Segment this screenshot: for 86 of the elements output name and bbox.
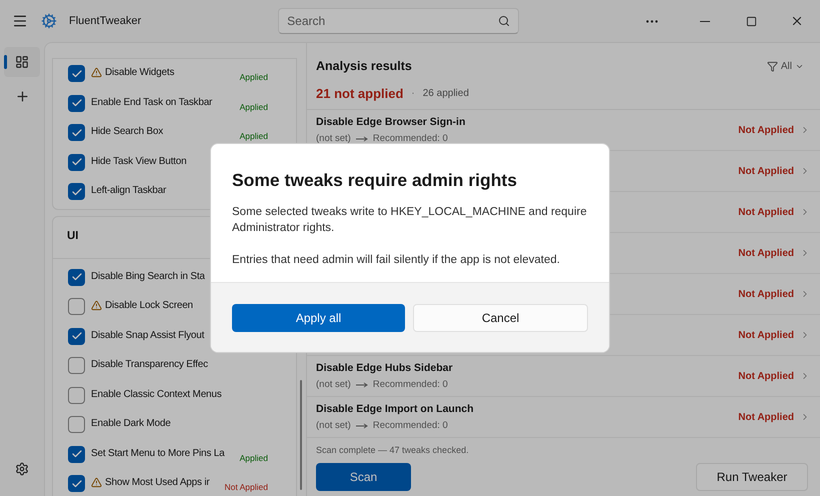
tweak-label: Hide Task View Button xyxy=(91,154,186,168)
checkbox[interactable] xyxy=(68,446,85,463)
tweak-name: Disable Edge Browser Sign-in xyxy=(316,114,466,130)
tweak-label: Disable Widgets xyxy=(105,66,174,80)
results-title: Analysis results xyxy=(316,58,412,75)
checkbox[interactable] xyxy=(68,268,85,286)
tweak-label: Hide Search Box xyxy=(91,125,164,139)
checkbox[interactable] xyxy=(68,298,85,316)
check-icon xyxy=(70,126,82,139)
tweak-label: Disable Lock Screen xyxy=(105,299,193,313)
settings-icon xyxy=(15,462,29,476)
tweak-label: Disable Transparency Effec xyxy=(91,358,208,372)
scan-summary: Scan complete — 47 tweaks checked. xyxy=(315,444,470,458)
checkbox[interactable] xyxy=(68,65,85,82)
group-title: UI xyxy=(67,229,78,244)
nav-item[interactable] xyxy=(4,47,40,77)
arrow-icon xyxy=(356,382,368,388)
search-field[interactable]: Search xyxy=(278,8,520,34)
apply-button[interactable]: Apply all xyxy=(232,304,405,332)
row-status: Not Applied xyxy=(738,328,794,343)
filter-icon xyxy=(766,60,778,72)
checkbox[interactable] xyxy=(68,94,85,112)
minimize-icon xyxy=(700,20,710,22)
filter-dropdown[interactable]: All xyxy=(766,58,804,74)
tweak-label: Enable Classic Context Menus xyxy=(91,388,222,402)
checkbox[interactable] xyxy=(68,357,85,374)
row-status: Not Applied xyxy=(738,288,794,302)
check-icon xyxy=(70,68,82,80)
search-icon xyxy=(498,15,510,27)
recommended-value: Recommended: 0 xyxy=(372,378,448,392)
tweak-name: Disable Edge Hubs Sidebar xyxy=(316,360,454,376)
tweak-label: Set Start Menu to More Pins La xyxy=(91,446,225,460)
tweak-label: Enable Dark Mode xyxy=(91,417,171,431)
dashboard-icon xyxy=(15,55,29,69)
dialog-title: Some tweaks require admin rights xyxy=(232,169,518,192)
row-status: Not Applied xyxy=(738,206,794,220)
tweak-label: Disable Bing Search in Sta xyxy=(91,270,205,284)
row-status: Not Applied xyxy=(738,370,794,384)
result-row[interactable]: Disable Edge Hubs Sidebar (not set) Recommended: 0 Not Applied xyxy=(307,356,820,398)
run-button[interactable]: Run Tweaker xyxy=(696,462,808,491)
status-label: Not Applied xyxy=(224,481,268,494)
separator-dot: · xyxy=(411,87,415,101)
status-label: Applied xyxy=(240,71,268,84)
gear-logo-icon xyxy=(41,13,57,29)
window-title: FluentTweaker xyxy=(69,14,142,29)
checkbox[interactable] xyxy=(68,475,85,492)
more-icon xyxy=(646,20,658,22)
dialog-text: Entries that need admin will fail silently if the app is not elevated. xyxy=(232,253,561,268)
row-status: Not Applied xyxy=(738,124,794,138)
tweak-label: Left-align Taskbar xyxy=(91,184,166,198)
checkbox[interactable] xyxy=(68,416,85,434)
check-icon xyxy=(70,186,82,198)
arrow-icon xyxy=(356,422,368,429)
check-icon xyxy=(70,478,82,490)
result-row[interactable]: Disable Edge Import on Launch (not set) Recommended: 0 Not Applied xyxy=(307,397,820,438)
scrollbar[interactable] xyxy=(300,380,302,490)
row-status: Not Applied xyxy=(738,410,794,425)
recommended-value: Recommended: 0 xyxy=(372,132,448,146)
current-value: (not set) xyxy=(316,132,351,146)
arrow-icon xyxy=(356,136,368,142)
tweak-label: Show Most Used Apps ir xyxy=(105,476,210,490)
maximize-icon xyxy=(746,16,756,26)
current-value: (not set) xyxy=(316,378,351,392)
checkbox[interactable] xyxy=(68,154,85,171)
recommended-value: Recommended: 0 xyxy=(372,418,448,432)
dialog-text: Some selected tweaks write to HKEY_LOCAL_MACHINE and require Administrator rights. xyxy=(232,205,588,236)
status-label: Applied xyxy=(240,130,268,144)
applied-count: 26 applied xyxy=(422,87,469,101)
scan-button[interactable]: Scan xyxy=(316,462,411,491)
status-label: Applied xyxy=(240,452,268,465)
checkbox[interactable] xyxy=(68,328,85,345)
tweak-label: Disable Snap Assist Flyout xyxy=(91,328,204,342)
cancel-button[interactable]: Cancel xyxy=(413,304,588,332)
not-applied-count: 21 not applied xyxy=(316,84,404,103)
menu-icon xyxy=(12,13,28,29)
checkbox[interactable] xyxy=(68,124,85,142)
close-icon xyxy=(790,14,804,28)
row-status: Not Applied xyxy=(738,164,794,179)
checkbox[interactable] xyxy=(68,386,85,404)
row-status: Not Applied xyxy=(738,246,794,261)
tweak-name: Disable Edge Import on Launch xyxy=(316,402,475,417)
tweak-label: Enable End Task on Taskbar xyxy=(91,96,212,110)
plus-icon xyxy=(14,88,30,104)
status-label: Applied xyxy=(240,100,268,114)
current-value: (not set) xyxy=(316,418,351,432)
checkbox[interactable] xyxy=(68,183,85,200)
